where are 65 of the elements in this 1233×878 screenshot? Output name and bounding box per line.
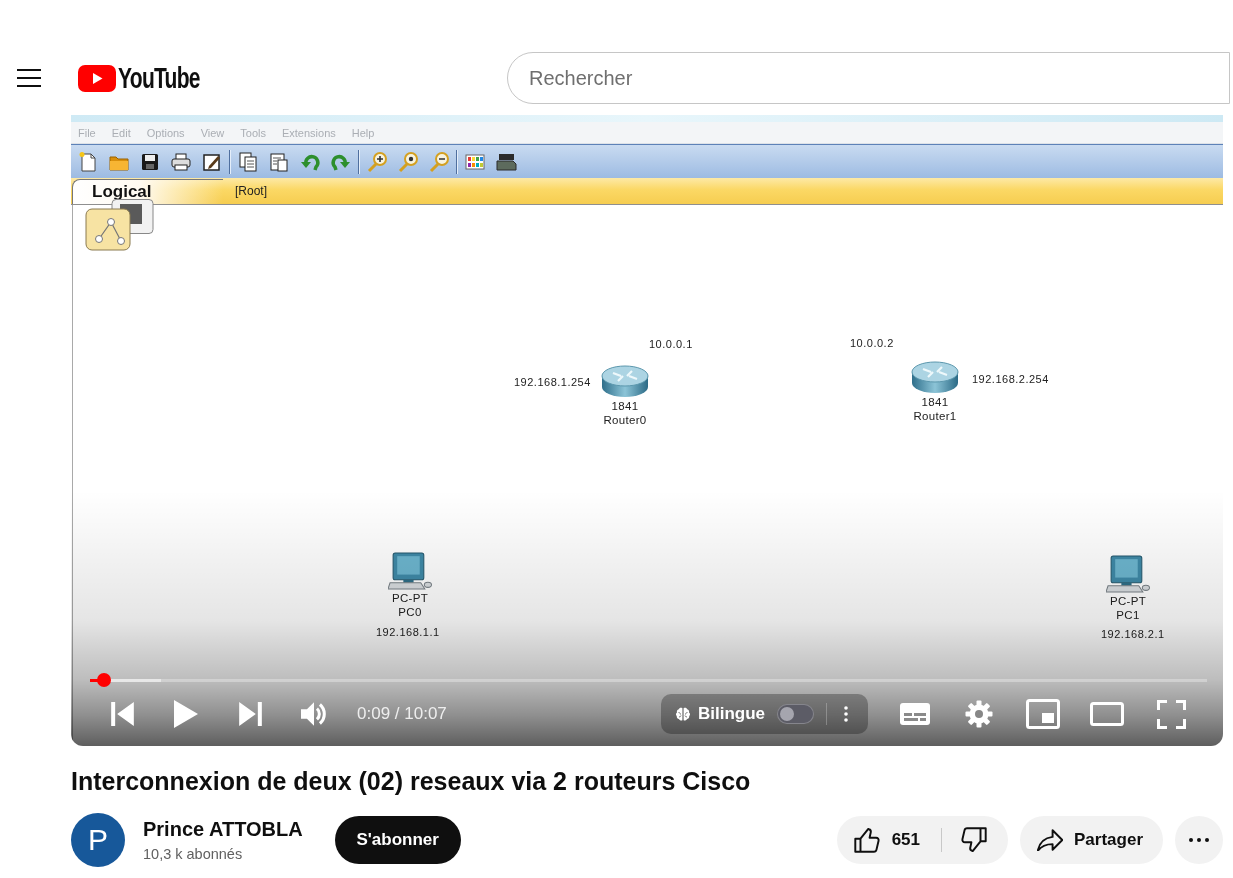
like-button[interactable]: 651 [836,816,941,864]
home-logo-link[interactable]: YouTube [78,63,199,93]
channel-avatar[interactable]: P [71,813,125,867]
subtitles-icon [900,703,930,725]
router-icon [601,365,649,398]
dislike-button[interactable] [942,816,1008,864]
menu-item: Options [146,126,185,139]
menu-icon [17,69,41,87]
fullscreen-icon [1156,699,1186,729]
device-name-label: Router1 [913,409,957,423]
device-model-label: 1841 [611,399,639,413]
ip-address-label: 10.0.0.2 [850,336,894,350]
device-model-label: 1841 [921,395,949,409]
channel-name[interactable]: Prince ATTOBLA [143,816,303,842]
magnifier-icon [397,150,419,173]
thumbs-up-icon [853,827,880,853]
brain-icon [675,706,691,722]
next-icon [238,702,262,726]
printer-icon [170,150,192,173]
volume-icon [301,701,327,727]
miniplayer-icon [1026,699,1060,729]
previous-icon [110,702,134,726]
menu-item: Tools [240,126,266,139]
search-field[interactable]: Rechercher [507,52,1230,104]
path-label: [Root] [235,184,267,198]
ip-address-label: 10.0.0.1 [649,337,693,351]
theater-mode-icon [1090,702,1124,726]
router-icon [911,361,959,394]
device-name-label: PC0 [398,605,422,619]
device-model-label: PC-PT [392,591,428,605]
menu-item: Edit [111,126,131,139]
ip-address-label: 192.168.2.1 [1101,627,1165,641]
share-arrow-icon [1037,829,1063,851]
video-player[interactable]: File Edit Options View Tools Extensions Help Logical [Root] 1841 Router0 10.0.0.1 192.168.1.254 1841 Router1 10.0.0.2 192.168.2.254 PC-PT PC0 192.168.1.1 PC-PT PC1 192.168.2.1 0:09 / 10:07 Bilingue [71,115,1223,746]
computer-icon [388,552,432,590]
copy-icon [237,150,259,173]
computer-icon [1106,555,1150,593]
logical-tab: Logical [72,179,223,204]
subscriber-count: 10,3 k abonnés [143,845,244,864]
zoom-in-icon [366,150,388,173]
video-title: Interconnexion de deux (02) reseaux via 2 routeurs Cisco [71,766,752,796]
settings-icon [965,700,993,728]
menu-item: Extensions [281,126,336,139]
new-file-icon [77,150,99,173]
ip-address-label: 192.168.1.254 [514,375,591,389]
play-logo-icon [78,64,116,92]
device-model-label: PC-PT [1110,594,1146,608]
share-button[interactable]: Partager [1020,816,1163,864]
device-name-label: PC1 [1116,608,1140,622]
menu-item: File [78,126,96,139]
vertical-dots-icon [844,706,849,722]
subscribe-button[interactable]: S'abonner [334,816,461,864]
thumbs-down-icon [961,827,987,853]
paste-icon [268,150,290,173]
zoom-out-icon [428,150,450,173]
bilingual-button[interactable]: Bilingue [675,704,766,724]
play-icon [174,700,198,728]
menu-item: Help [351,126,375,139]
more-icon [1189,838,1209,842]
ip-address-label: 192.168.2.254 [972,372,1049,386]
time-display: 0:09 / 10:07 [357,704,447,724]
device-name-label: Router0 [603,413,647,427]
menu-item: View [200,126,225,139]
logical-view-icon [85,199,155,251]
ip-address-label: 192.168.1.1 [376,625,440,639]
